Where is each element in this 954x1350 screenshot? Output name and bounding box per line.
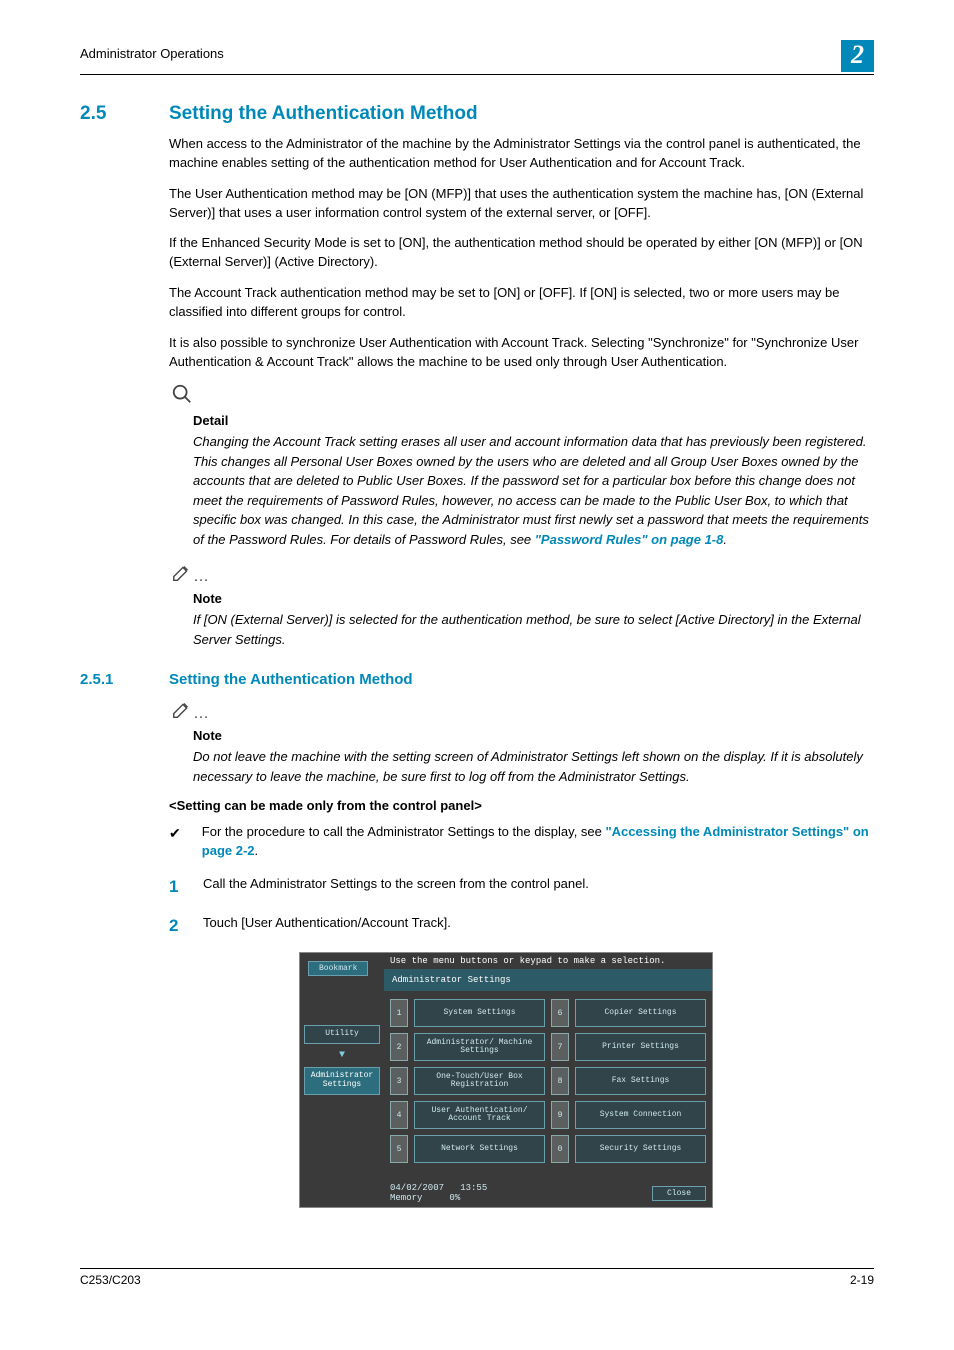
step-2-text: Touch [User Authentication/Account Track…: [203, 914, 451, 939]
note1-body: If [ON (External Server)] is selected fo…: [193, 610, 874, 649]
intro-para-2: The User Authentication method may be [O…: [169, 185, 874, 223]
note-callout-1: … Note If [ON (External Server)] is sele…: [169, 561, 874, 649]
intro-para-3: If the Enhanced Security Mode is set to …: [169, 234, 874, 272]
panel-status: 04/02/2007 13:55 Memory 0%: [390, 1183, 487, 1203]
panel-menu-button[interactable]: Administrator/ Machine Settings: [414, 1033, 545, 1061]
panel-menu-number: 8: [551, 1067, 569, 1095]
detail-text-post: .: [723, 532, 727, 547]
section-title: Setting the Authentication Method: [169, 103, 478, 125]
section-heading: 2.5 Setting the Authentication Method: [80, 103, 874, 125]
panel-menu-number: 4: [390, 1101, 408, 1129]
panel-menu-number: 9: [551, 1101, 569, 1129]
panel-menu-button[interactable]: One-Touch/User Box Registration: [414, 1067, 545, 1095]
panel-tab-utility[interactable]: Utility: [304, 1025, 380, 1044]
subsection-title: Setting the Authentication Method: [169, 671, 413, 688]
panel-menu-button[interactable]: Security Settings: [575, 1135, 706, 1163]
down-arrow-icon: ▼: [304, 1050, 380, 1061]
panel-menu-number: 6: [551, 999, 569, 1027]
footer-page-number: 2-19: [850, 1273, 874, 1287]
panel-menu-button[interactable]: System Settings: [414, 999, 545, 1027]
note-callout-2: … Note Do not leave the machine with the…: [169, 698, 874, 786]
panel-menu-button[interactable]: Copier Settings: [575, 999, 706, 1027]
panel-menu-button[interactable]: System Connection: [575, 1101, 706, 1129]
panel-menu-number: 7: [551, 1033, 569, 1061]
header-section-name: Administrator Operations: [80, 40, 224, 61]
checkmark-icon: ✔: [169, 823, 184, 861]
control-panel-screenshot: Bookmark Utility ▼ Administrator Setting…: [299, 952, 713, 1208]
panel-menu-number: 0: [551, 1135, 569, 1163]
footer-model: C253/C203: [80, 1273, 141, 1287]
step-1-text: Call the Administrator Settings to the s…: [203, 875, 589, 900]
step-1: 1 Call the Administrator Settings to the…: [169, 875, 874, 900]
step-number: 2: [169, 914, 185, 939]
prereq-text-post: .: [255, 843, 259, 858]
panel-close-button[interactable]: Close: [652, 1186, 706, 1201]
section-number: 2.5: [80, 103, 145, 125]
subsection-number: 2.5.1: [80, 671, 145, 688]
prereq-text-pre: For the procedure to call the Administra…: [202, 824, 606, 839]
panel-menu-button[interactable]: Printer Settings: [575, 1033, 706, 1061]
panel-titlebar: Administrator Settings: [384, 969, 712, 991]
panel-menu-number: 5: [390, 1135, 408, 1163]
page-header: Administrator Operations 2: [80, 40, 874, 75]
pencil-icon: …: [171, 698, 211, 726]
magnifier-icon: [171, 383, 193, 411]
step-number: 1: [169, 875, 185, 900]
panel-menu-button[interactable]: Network Settings: [414, 1135, 545, 1163]
chapter-number-badge: 2: [841, 40, 874, 72]
detail-callout: Detail Changing the Account Track settin…: [169, 383, 874, 549]
panel-menu-button[interactable]: Fax Settings: [575, 1067, 706, 1095]
subsection-heading: 2.5.1 Setting the Authentication Method: [80, 671, 874, 688]
panel-menu-number: 1: [390, 999, 408, 1027]
step-2: 2 Touch [User Authentication/Account Tra…: [169, 914, 874, 939]
detail-title: Detail: [193, 413, 874, 428]
pencil-icon: …: [171, 561, 211, 589]
panel-menu-number: 2: [390, 1033, 408, 1061]
panel-menu-button[interactable]: User Authentication/ Account Track: [414, 1101, 545, 1129]
panel-tab-admin[interactable]: Administrator Settings: [304, 1067, 380, 1095]
control-panel-subhead: <Setting can be made only from the contr…: [169, 798, 874, 813]
intro-para-1: When access to the Administrator of the …: [169, 135, 874, 173]
panel-hint: Use the menu buttons or keypad to make a…: [384, 953, 712, 969]
note1-title: Note: [193, 591, 874, 606]
panel-bookmark-tab[interactable]: Bookmark: [308, 961, 368, 976]
panel-menu-number: 3: [390, 1067, 408, 1095]
page-footer: C253/C203 2-19: [80, 1268, 874, 1287]
detail-body: Changing the Account Track setting erase…: [193, 432, 874, 549]
detail-text-pre: Changing the Account Track setting erase…: [193, 434, 869, 547]
note2-body: Do not leave the machine with the settin…: [193, 747, 874, 786]
note2-title: Note: [193, 728, 874, 743]
password-rules-link[interactable]: "Password Rules" on page 1-8: [535, 532, 724, 547]
prerequisite-item: ✔ For the procedure to call the Administ…: [169, 823, 874, 861]
intro-para-4: The Account Track authentication method …: [169, 284, 874, 322]
intro-para-5: It is also possible to synchronize User …: [169, 334, 874, 372]
